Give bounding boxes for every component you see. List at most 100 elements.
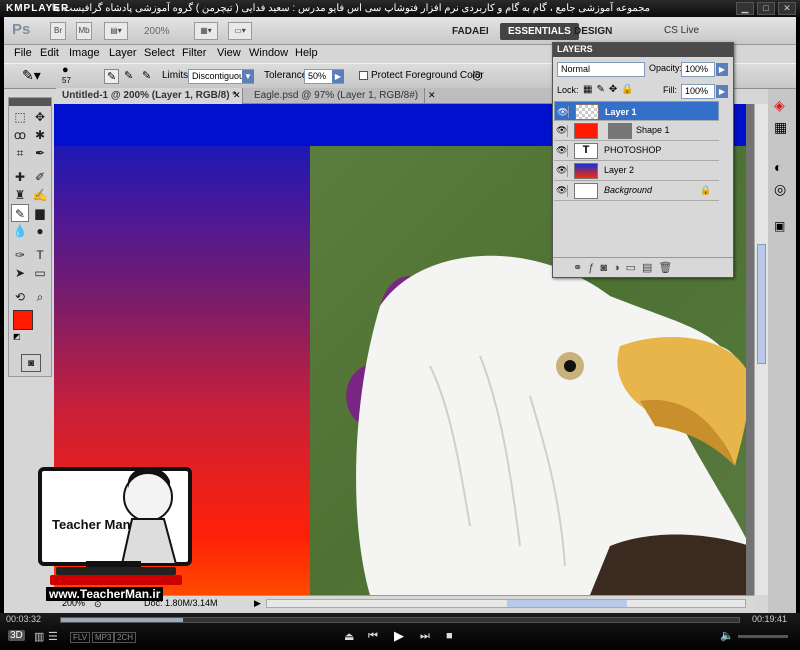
quick-mask-icon[interactable]: ◙ xyxy=(21,354,41,372)
zoom-tool-icon[interactable]: ⌕ xyxy=(31,288,49,306)
layers-header[interactable]: LAYERS xyxy=(553,43,733,57)
menu-filter[interactable]: Filter xyxy=(182,47,206,59)
masks-icon[interactable]: ◎ xyxy=(774,181,786,198)
layer-row[interactable]: 👁 Layer 2 xyxy=(554,161,719,181)
lock-icons[interactable]: ▦✎✥🔒 xyxy=(583,84,638,95)
close-icon[interactable]: ✕ xyxy=(778,2,796,15)
zoom-level[interactable]: 200% xyxy=(144,26,170,37)
cs-live-button[interactable]: CS Live xyxy=(664,25,699,36)
menu-window[interactable]: Window xyxy=(249,47,288,59)
swatches-icon[interactable]: ▦ xyxy=(774,119,787,136)
foreground-color-swatch[interactable] xyxy=(13,310,33,330)
opacity-input[interactable]: 100% xyxy=(681,62,715,77)
menu-layer[interactable]: Layer xyxy=(109,47,137,59)
sampling-continuous-icon[interactable]: ✎ xyxy=(104,69,120,84)
eraser-tool-icon[interactable]: ✎ xyxy=(11,204,29,222)
history-brush-icon[interactable]: ✍ xyxy=(31,186,49,204)
layer-thumbnail[interactable] xyxy=(575,104,599,120)
3d-rotate-icon[interactable]: ⟲ xyxy=(11,288,29,306)
status-menu-icon[interactable]: ▶ xyxy=(254,596,261,611)
crop-tool-icon[interactable]: ⌗ xyxy=(11,144,29,162)
volume-slider[interactable] xyxy=(738,635,788,638)
scroll-thumb[interactable] xyxy=(507,600,627,607)
extras-button[interactable]: ▤▾ xyxy=(104,22,128,40)
chevron-down-icon[interactable]: ▼ xyxy=(242,70,254,83)
blend-mode-select[interactable]: Normal xyxy=(557,62,645,77)
seek-bar[interactable] xyxy=(60,617,740,623)
type-tool-icon[interactable]: T xyxy=(31,246,49,264)
clone-stamp-icon[interactable]: ♜ xyxy=(11,186,29,204)
quick-select-icon[interactable]: ✱ xyxy=(31,126,49,144)
3d-badge[interactable]: 3D xyxy=(8,630,25,641)
menu-icon[interactable]: ▥ xyxy=(34,630,44,643)
menu-select[interactable]: Select xyxy=(144,47,175,59)
workspace-fadaei[interactable]: FADAEI xyxy=(444,23,497,40)
horizontal-scrollbar[interactable] xyxy=(266,599,746,608)
layer-actions[interactable]: ⚭ƒ◙◑▭▤🗑 xyxy=(553,257,733,277)
fill-input[interactable]: 100% xyxy=(681,84,715,99)
bridge-button[interactable]: Br xyxy=(50,22,66,40)
visibility-eye-icon[interactable]: 👁 xyxy=(556,125,568,137)
layer-row[interactable]: 👁 T PHOTOSHOP xyxy=(554,141,719,161)
menu-edit[interactable]: Edit xyxy=(40,47,59,59)
minibridge-button[interactable]: Mb xyxy=(76,22,92,40)
layer-thumbnail[interactable] xyxy=(574,163,598,179)
lasso-tool-icon[interactable]: ꝏ xyxy=(11,126,29,144)
layer-thumbnail[interactable]: T xyxy=(574,143,598,159)
blur-tool-icon[interactable]: 💧 xyxy=(11,222,29,240)
visibility-eye-icon[interactable]: 👁 xyxy=(556,145,568,157)
menu-image[interactable]: Image xyxy=(69,47,100,59)
menu-view[interactable]: View xyxy=(217,47,241,59)
chevron-right-icon[interactable]: ▶ xyxy=(332,70,344,83)
menu-help[interactable]: Help xyxy=(295,47,318,59)
playlist-icon[interactable]: ☰ xyxy=(48,630,58,643)
layer-thumbnail[interactable] xyxy=(574,123,598,139)
vertical-scrollbar[interactable] xyxy=(754,104,768,595)
background-eraser-icon[interactable]: ✎▾ xyxy=(22,67,41,84)
path-select-icon[interactable]: ➤ xyxy=(11,264,29,282)
next-icon[interactable]: ⏭ xyxy=(420,630,430,643)
vector-mask-thumbnail[interactable] xyxy=(608,123,632,139)
layer-row[interactable]: 🔒 👁 Background xyxy=(554,181,719,201)
pen-tool-icon[interactable]: ✑ xyxy=(11,246,29,264)
default-colors-icon[interactable]: ◩ xyxy=(13,332,21,341)
healing-brush-icon[interactable]: ✚ xyxy=(11,168,29,186)
visibility-eye-icon[interactable]: 👁 xyxy=(556,185,568,197)
shape-tool-icon[interactable]: ▭ xyxy=(31,264,49,282)
gradient-tool-icon[interactable]: ▆ xyxy=(31,204,49,222)
visibility-eye-icon[interactable]: 👁 xyxy=(556,165,568,177)
chevron-right-icon[interactable]: ▶ xyxy=(716,63,728,76)
workspace-design[interactable]: DESIGN xyxy=(566,23,620,40)
volume-icon[interactable]: 🔈 xyxy=(720,629,734,642)
layer-row[interactable]: 👁 Layer 1 xyxy=(554,101,719,121)
minimize-icon[interactable]: ▁ xyxy=(736,2,754,15)
toolbox-grip[interactable] xyxy=(9,98,51,106)
marquee-tool-icon[interactable]: ⬚ xyxy=(11,108,29,126)
maximize-icon[interactable]: □ xyxy=(757,2,775,15)
tab-eagle[interactable]: Eagle.psd @ 97% (Layer 1, RGB/8#) xyxy=(248,88,426,104)
dodge-tool-icon[interactable]: ● xyxy=(31,222,49,240)
brush-tool-icon[interactable]: ✐ xyxy=(31,168,49,186)
screen-mode-button[interactable]: ▭▾ xyxy=(228,22,252,40)
previous-icon[interactable]: ⏮ xyxy=(368,630,378,643)
color-panel-icon[interactable]: ◈ xyxy=(774,97,785,114)
sampling-once-icon[interactable]: ✎ xyxy=(124,69,133,82)
tab-untitled[interactable]: Untitled-1 @ 200% (Layer 1, RGB/8) * xyxy=(56,88,244,104)
layer-row[interactable]: 👁 Shape 1 xyxy=(554,121,719,141)
menu-file[interactable]: File xyxy=(14,47,32,59)
move-tool-icon[interactable]: ✥ xyxy=(31,108,49,126)
play-icon[interactable]: ▶ xyxy=(394,628,404,644)
protect-checkbox[interactable] xyxy=(359,71,368,80)
pressure-icon[interactable]: ◎ xyxy=(472,68,482,82)
sampling-swatch-icon[interactable]: ✎ xyxy=(142,69,151,82)
eject-icon[interactable]: ⏏ xyxy=(344,630,354,643)
adjustments-icon[interactable]: ◐ xyxy=(774,159,782,175)
chevron-right-icon[interactable]: ▶ xyxy=(716,85,728,98)
layer-thumbnail[interactable] xyxy=(574,183,598,199)
scroll-thumb[interactable] xyxy=(757,244,766,364)
arrange-button[interactable]: ▦▾ xyxy=(194,22,218,40)
visibility-eye-icon[interactable]: 👁 xyxy=(557,106,569,118)
mini-bridge-icon[interactable]: ▣ xyxy=(774,219,785,233)
close-icon[interactable]: ✕ xyxy=(428,90,436,101)
eyedropper-icon[interactable]: ✒ xyxy=(31,144,49,162)
